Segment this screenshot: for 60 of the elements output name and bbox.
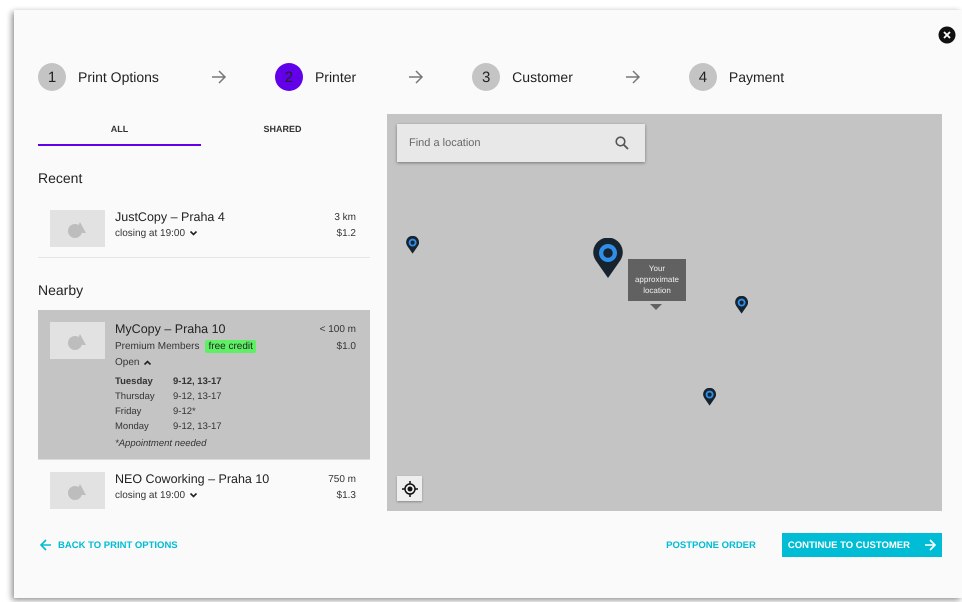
price-text: $1.3 <box>336 490 356 501</box>
distance-text: 3 km <box>334 212 356 222</box>
close-button[interactable] <box>938 26 956 44</box>
hours-text: 9-12, 13-17 <box>173 376 223 387</box>
price-text: $1.2 <box>336 228 356 239</box>
crosshair-icon <box>402 480 418 496</box>
tooltip-pointer-icon <box>650 304 662 310</box>
day-label: Tuesday <box>115 376 154 387</box>
search-field[interactable]: Find a location <box>397 124 645 162</box>
step-label: Printer <box>314 69 356 85</box>
chevron-down-icon[interactable] <box>189 492 198 499</box>
printer-item[interactable]: NEO Coworking – Praha 10 750 m closing at 19:00 $1.3 <box>38 460 370 511</box>
membership-text: Premium Members <box>115 341 200 352</box>
arrow-icon <box>408 70 424 84</box>
step-number[interactable]: 1 <box>38 63 66 91</box>
price-text: $1.0 <box>336 341 356 352</box>
arrow-right-icon <box>924 539 936 551</box>
tab[interactable]: ALL <box>38 114 201 146</box>
hours-toggle[interactable]: closing at 19:00 <box>115 228 198 239</box>
image-placeholder-icon <box>50 322 105 359</box>
printer-name: MyCopy – Praha 10 <box>115 322 226 336</box>
day-label: Monday <box>115 421 150 432</box>
arrow-icon <box>210 70 227 84</box>
printer-item[interactable]: JustCopy – Praha 4 3 km closing at 19:00 $1.2 <box>38 198 370 258</box>
chevron-down-icon[interactable] <box>189 230 198 237</box>
arrow-icon <box>624 70 641 84</box>
map-pin-icon[interactable] <box>703 388 716 406</box>
step-label: Customer <box>512 69 573 85</box>
hours-text: 9-12, 13-17 <box>173 391 223 402</box>
map-pin-icon[interactable] <box>735 296 748 314</box>
printer-name: NEO Coworking – Praha 10 <box>115 472 270 486</box>
note-text: *Appointment needed <box>115 438 208 449</box>
hours-toggle[interactable]: closing at 19:00 <box>115 490 198 501</box>
arrow-left-icon <box>40 539 52 551</box>
distance-text: < 100 m <box>320 324 356 334</box>
step-number[interactable]: 3 <box>472 63 500 91</box>
printer-item[interactable]: MyCopy – Praha 10 < 100 m Premium Members free credit $1.0 Open Tuesday 9-12, 13-17 Thursday 9-12, 13-17 Friday 9-12* Monday 9-12, 13-17 *Appointment needed <box>38 310 370 460</box>
map-pin-icon[interactable] <box>406 236 420 254</box>
chevron-up-icon[interactable] <box>143 359 152 366</box>
search-icon[interactable] <box>615 136 629 150</box>
step-label: Print Options <box>78 69 159 85</box>
day-label: Friday <box>115 406 142 417</box>
locate-button[interactable] <box>397 476 422 501</box>
hours-text: 9-12, 13-17 <box>173 421 223 432</box>
hours-toggle[interactable]: Open <box>115 357 152 368</box>
step-number[interactable]: 4 <box>688 63 717 91</box>
image-placeholder-icon <box>50 210 105 247</box>
day-label: Thursday <box>115 391 156 402</box>
location-pin-icon[interactable] <box>593 238 623 278</box>
printer-name: JustCopy – Praha 4 <box>115 210 225 224</box>
tooltip: Your approximate location <box>628 259 686 302</box>
section-heading: Recent <box>38 170 84 186</box>
tab[interactable]: SHARED <box>201 114 364 146</box>
image-placeholder-icon <box>50 472 105 509</box>
hours-text: 9-12* <box>173 406 197 417</box>
map-area[interactable]: Find a location Your approximate location <box>387 114 942 511</box>
distance-text: 750 m <box>328 474 356 484</box>
section-heading: Nearby <box>38 282 84 298</box>
step-label: Payment <box>728 69 784 85</box>
credit-badge: free credit <box>205 340 256 353</box>
